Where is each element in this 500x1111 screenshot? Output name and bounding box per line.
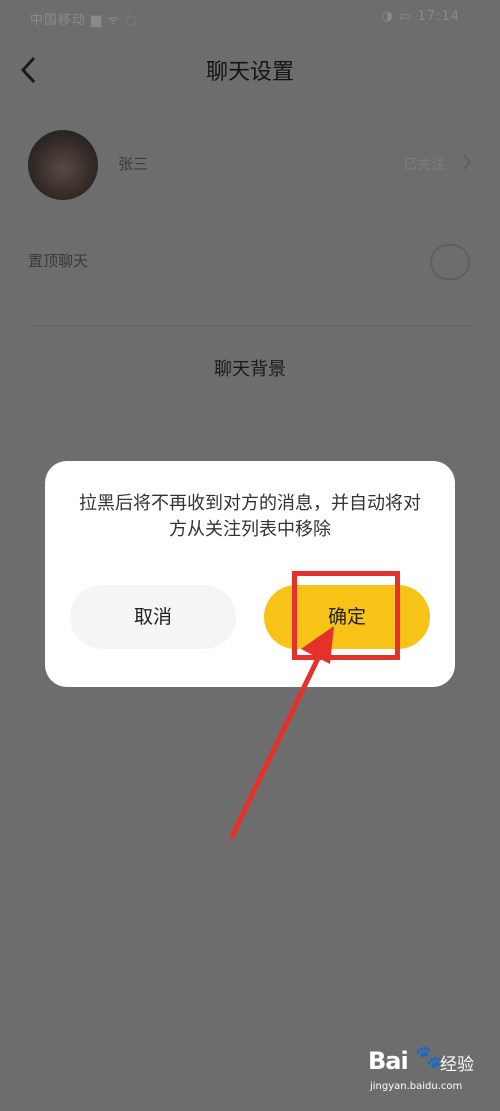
baidu-jingyan-watermark: Bai 🐾 经验 jingyan.baidu.com — [368, 1045, 478, 1103]
watermark-url: jingyan.baidu.com — [370, 1081, 463, 1092]
watermark-logo: Bai — [368, 1047, 409, 1075]
annotation-arrow-icon — [229, 626, 334, 839]
paw-icon: 🐾 — [415, 1045, 443, 1070]
watermark-text: 经验 — [440, 1055, 474, 1075]
